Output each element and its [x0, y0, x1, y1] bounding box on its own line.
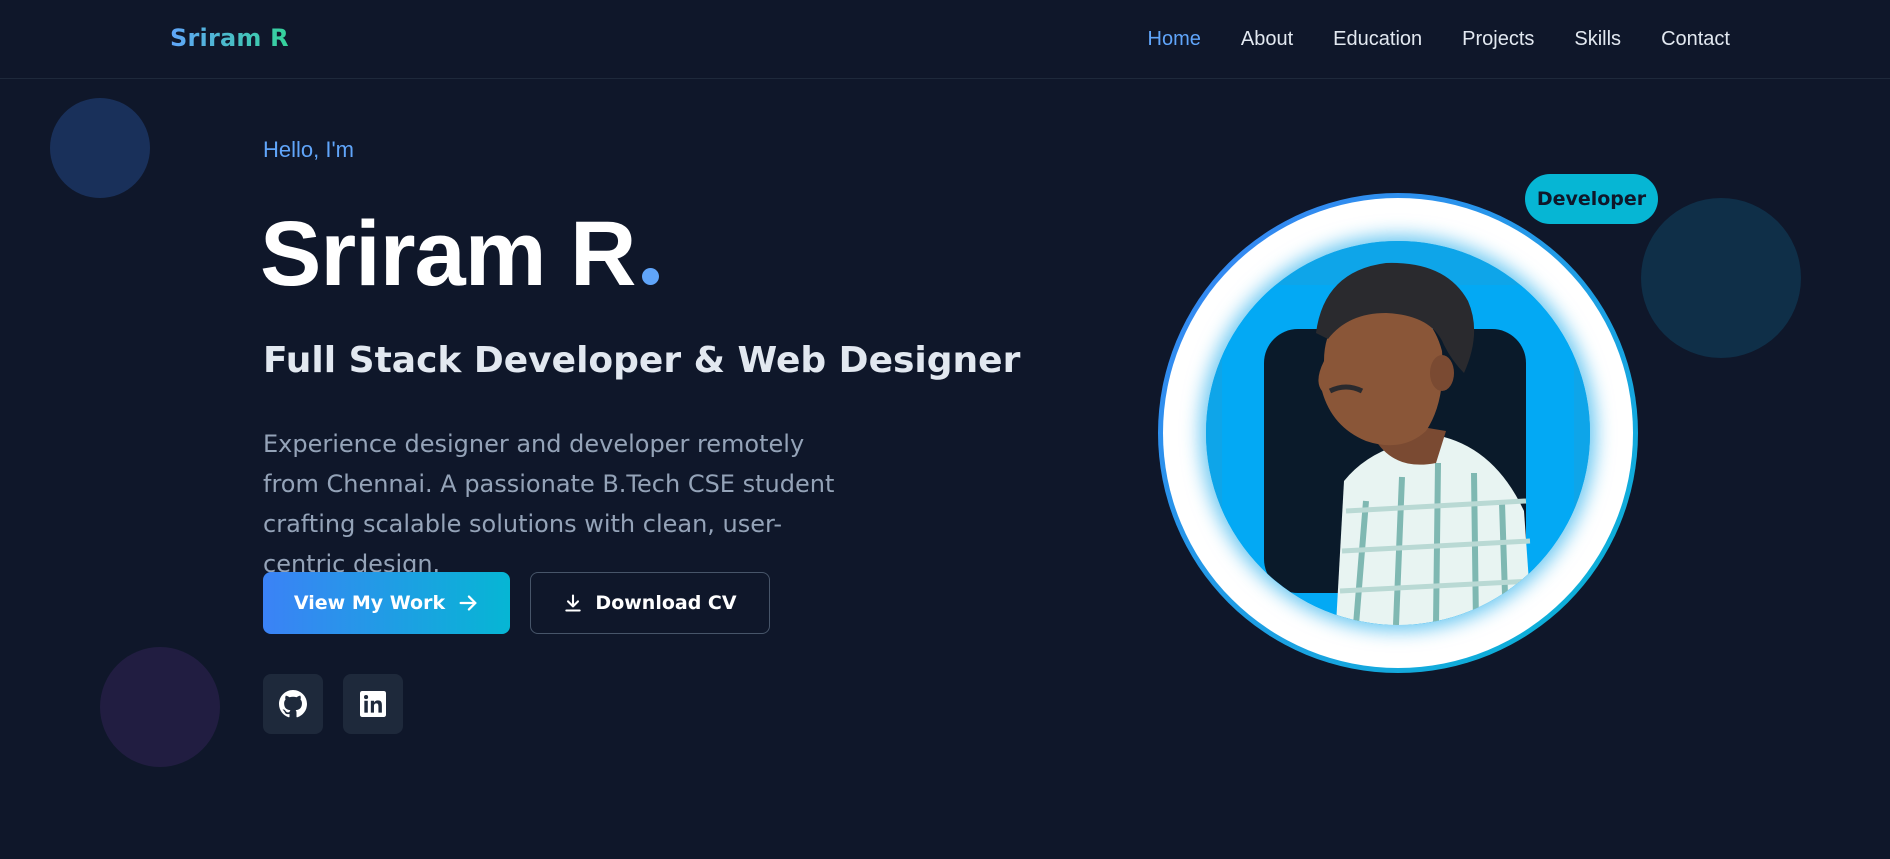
navbar: Sriram R Home About Education Projects S…	[0, 0, 1890, 79]
nav-links: Home About Education Projects Skills Con…	[1108, 28, 1730, 51]
nav-link-about[interactable]: About	[1241, 28, 1293, 51]
decorative-circle-bottom-left	[100, 647, 220, 767]
view-my-work-button[interactable]: View My Work	[263, 572, 510, 634]
hero-description: Experience designer and developer remote…	[263, 430, 835, 578]
arrow-right-icon	[459, 595, 477, 611]
hero-greeting: Hello, I'm	[263, 137, 354, 162]
hero-name-text: Sriram R	[260, 203, 636, 305]
linkedin-icon	[360, 691, 386, 717]
nav-link-skills[interactable]: Skills	[1574, 28, 1621, 51]
download-cv-button[interactable]: Download CV	[530, 572, 770, 634]
nav-link-home[interactable]: Home	[1148, 28, 1201, 51]
developer-badge: Developer	[1525, 174, 1658, 224]
github-link[interactable]	[263, 674, 323, 734]
name-accent-dot	[641, 268, 659, 285]
portfolio-page: Sriram R Home About Education Projects S…	[0, 0, 1890, 859]
profile-image-border	[1163, 198, 1633, 668]
profile-image-frame	[1158, 193, 1638, 673]
view-my-work-label: View My Work	[293, 592, 446, 614]
download-cv-label: Download CV	[595, 592, 737, 614]
nav-link-contact[interactable]: Contact	[1661, 28, 1730, 51]
download-icon	[565, 594, 582, 612]
site-logo[interactable]: Sriram R	[170, 24, 289, 52]
nav-link-education[interactable]: Education	[1333, 28, 1422, 51]
nav-link-projects[interactable]: Projects	[1462, 28, 1534, 51]
decorative-circle-top-left	[50, 98, 150, 198]
linkedin-link[interactable]	[343, 674, 403, 734]
profile-photo	[1206, 241, 1590, 625]
profile-portrait-illustration	[1206, 241, 1590, 625]
decorative-circle-right	[1641, 198, 1801, 358]
github-icon	[279, 690, 307, 718]
hero-name: Sriram R	[260, 204, 659, 304]
hero-role: Full Stack Developer & Web Designer	[263, 340, 1021, 381]
